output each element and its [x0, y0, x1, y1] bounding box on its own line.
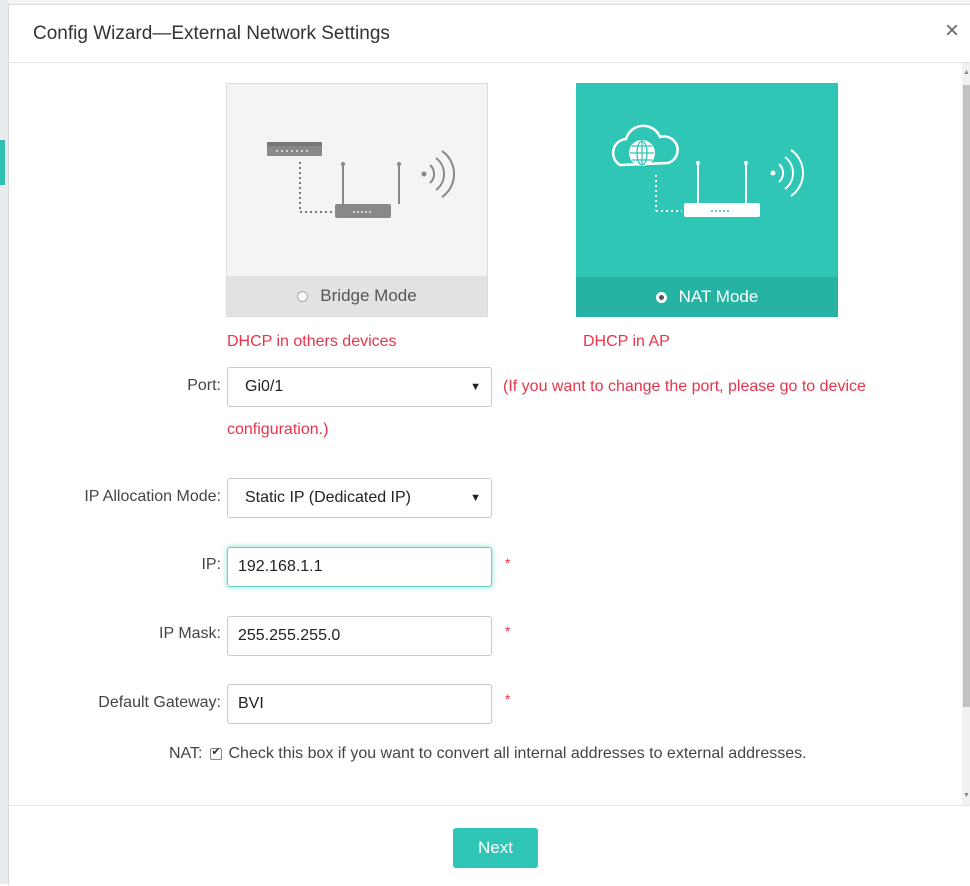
chevron-down-icon: ▼: [470, 381, 481, 393]
chevron-down-icon: ▼: [470, 492, 481, 504]
nat-label: NAT:: [169, 745, 203, 762]
nat-mode-radio[interactable]: [655, 291, 667, 303]
dialog-scrollbar[interactable]: ▲ ▼: [962, 63, 970, 805]
config-wizard-dialog: Config Wizard—External Network Settings …: [8, 4, 970, 885]
port-hint-line1: (If you want to change the port, please …: [503, 378, 866, 395]
ip-mask-label: IP Mask:: [159, 625, 221, 642]
ip-allocation-select-value: Static IP (Dedicated IP): [245, 489, 411, 506]
default-gateway-label: Default Gateway:: [98, 694, 221, 711]
nat-mode-description: DHCP in AP: [583, 333, 670, 350]
dialog-header: Config Wizard—External Network Settings …: [9, 5, 970, 63]
nat-option-row: NAT: Check this box if you want to conve…: [169, 745, 807, 763]
port-select[interactable]: Gi0/1 ▼: [227, 367, 492, 407]
ip-mask-required-marker: *: [505, 623, 511, 639]
nat-checkbox[interactable]: [210, 745, 223, 760]
bridge-mode-card[interactable]: Bridge Mode: [226, 83, 488, 317]
dialog-title: Config Wizard—External Network Settings: [33, 23, 390, 44]
default-gateway-required-marker: *: [505, 691, 511, 707]
bridge-mode-radio[interactable]: [297, 290, 309, 302]
ip-mask-input[interactable]: 255.255.255.0: [227, 616, 492, 656]
bridge-mode-label: Bridge Mode: [320, 286, 417, 305]
nat-checkbox-text: Check this box if you want to convert al…: [228, 745, 807, 762]
ip-input-value: 192.168.1.1: [238, 558, 323, 575]
nat-mode-illustration-icon: [611, 124, 804, 217]
ip-mask-input-value: 255.255.255.0: [238, 627, 341, 644]
ip-required-marker: *: [505, 555, 511, 571]
ip-allocation-label: IP Allocation Mode:: [84, 488, 221, 505]
bridge-mode-option[interactable]: Bridge Mode: [227, 276, 487, 316]
ip-label: IP:: [201, 556, 221, 573]
dialog-footer: Next: [9, 805, 970, 886]
background-sidebar: [0, 0, 8, 884]
port-hint-line2: configuration.): [227, 421, 329, 438]
default-gateway-input-value: BVI: [238, 695, 264, 712]
next-button[interactable]: Next: [453, 828, 538, 868]
ip-allocation-select[interactable]: Static IP (Dedicated IP) ▼: [227, 478, 492, 518]
port-select-value: Gi0/1: [245, 378, 284, 395]
nat-mode-label: NAT Mode: [678, 287, 759, 306]
scroll-up-arrow-icon[interactable]: ▲: [963, 69, 970, 76]
nat-mode-option[interactable]: NAT Mode: [576, 277, 838, 317]
dialog-body: Bridge Mode NAT Mode DHCP in others devi…: [9, 63, 970, 805]
port-label: Port:: [187, 377, 221, 394]
bridge-mode-illustration-icon: [267, 142, 455, 218]
scrollbar-thumb[interactable]: [963, 85, 970, 707]
nat-mode-card[interactable]: NAT Mode: [576, 83, 838, 317]
bridge-mode-description: DHCP in others devices: [227, 333, 397, 350]
close-icon[interactable]: ×: [945, 19, 959, 43]
ip-input[interactable]: 192.168.1.1: [227, 547, 492, 587]
scroll-down-arrow-icon[interactable]: ▼: [963, 792, 970, 799]
sidebar-active-marker: [0, 140, 5, 185]
default-gateway-input[interactable]: BVI: [227, 684, 492, 724]
